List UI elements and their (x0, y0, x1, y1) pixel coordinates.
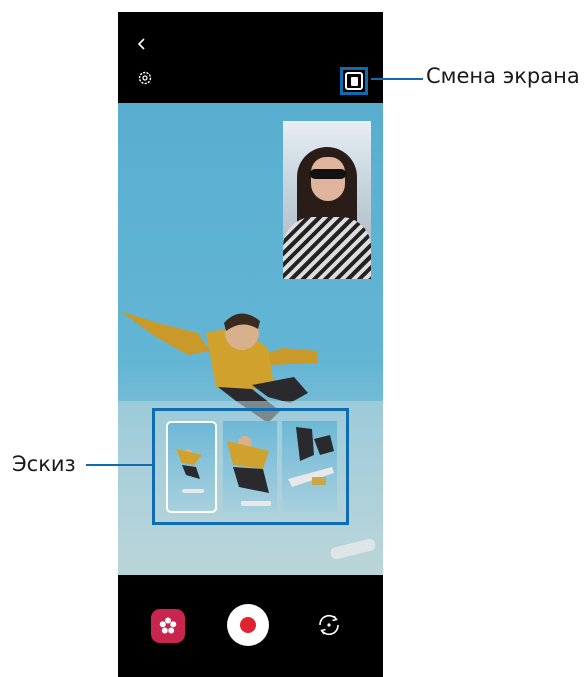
thumbnail-image (227, 436, 271, 506)
record-button[interactable] (227, 604, 269, 646)
switch-screen-button[interactable] (340, 67, 368, 95)
camera-viewfinder[interactable] (118, 103, 383, 575)
screen-switch-callout-line (371, 78, 423, 80)
thumbnail-highlight (152, 408, 349, 525)
thumbnail-item-2[interactable] (223, 421, 277, 513)
thumbnail-image (288, 427, 334, 487)
thumbnail-item-1[interactable] (166, 421, 217, 513)
flip-camera-icon (319, 614, 339, 636)
screen-switch-callout-label: Смена экрана (426, 64, 580, 88)
flower-effects-icon (159, 617, 177, 634)
switch-screen-icon (345, 72, 363, 90)
thumbnail-image (176, 449, 204, 493)
chevron-left-icon (137, 38, 145, 50)
camera-bottom-bar (118, 575, 383, 677)
effects-button[interactable] (151, 609, 185, 643)
flip-camera-button[interactable] (312, 608, 346, 642)
record-icon (240, 617, 256, 633)
thumbnail-callout-label: Эскиз (12, 452, 76, 476)
thumbnail-callout-line (86, 464, 152, 466)
settings-button[interactable] (134, 67, 156, 89)
camera-top-bar (118, 12, 383, 103)
thumbnail-item-3[interactable] (282, 421, 337, 513)
gear-icon (138, 71, 152, 85)
back-button[interactable] (130, 32, 154, 56)
front-camera-preview[interactable] (283, 121, 371, 279)
phone-screen (118, 12, 383, 677)
